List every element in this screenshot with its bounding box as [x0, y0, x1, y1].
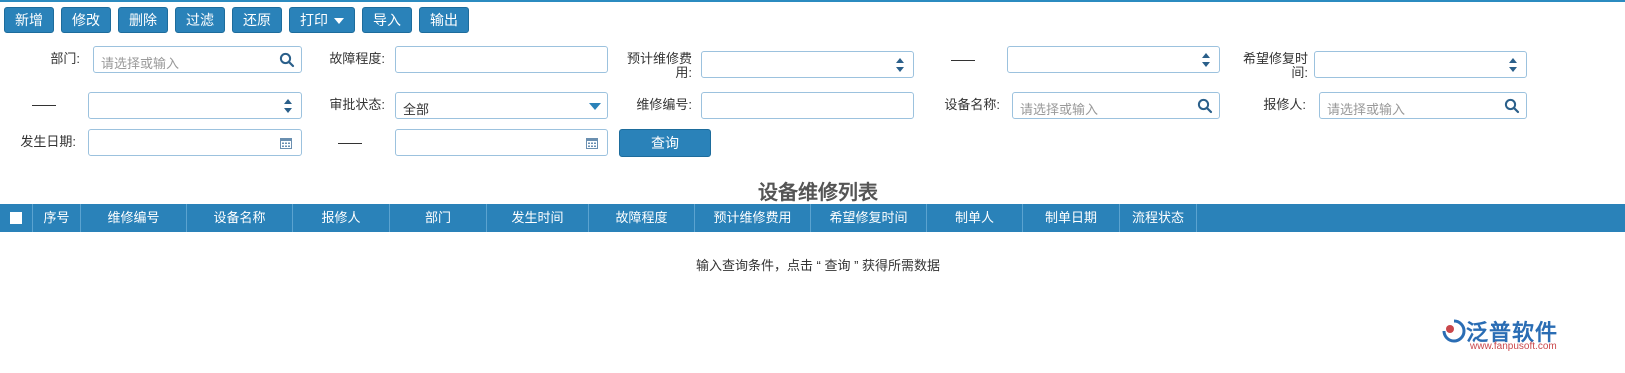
select-all-checkbox-cell[interactable]	[0, 204, 33, 232]
device-name-placeholder: 请选择或输入	[1020, 102, 1099, 117]
empty-hint: 输入查询条件，点击 “ 查询 ” 获得所需数据	[695, 258, 941, 273]
column-header[interactable]: 维修编号	[81, 204, 187, 232]
calendar-icon[interactable]	[586, 137, 598, 149]
est-cost-min-input[interactable]	[701, 51, 914, 78]
column-header[interactable]: 设备名称	[187, 204, 293, 232]
est-cost-label-line2: 用:	[675, 65, 692, 80]
spinner-icon[interactable]	[1508, 56, 1518, 74]
range-dash	[951, 60, 975, 61]
select-all-checkbox[interactable]	[10, 211, 22, 224]
date-start-input[interactable]	[88, 129, 302, 156]
query-button[interactable]: 查询	[619, 129, 711, 157]
severity-label: 故障程度:	[329, 51, 385, 66]
reporter-input[interactable]: 请选择或输入	[1319, 92, 1527, 119]
dept-label: 部门:	[50, 51, 80, 66]
device-name-input[interactable]: 请选择或输入	[1012, 92, 1220, 119]
column-header[interactable]: 序号	[33, 204, 81, 232]
export-button[interactable]: 输出	[419, 7, 469, 33]
add-button[interactable]: 新增	[4, 7, 54, 33]
list-title: 设备维修列表	[758, 182, 878, 204]
top-accent-line	[0, 0, 1625, 2]
approval-select[interactable]: 全部	[395, 92, 608, 119]
est-cost-label-line1: 预计维修费	[626, 51, 692, 66]
column-header[interactable]: 制单人	[927, 204, 1023, 232]
range-dash	[32, 105, 56, 106]
column-header[interactable]: 预计维修费用	[695, 204, 811, 232]
hope-time-label: 希望修复时 间:	[1226, 52, 1308, 80]
table-body	[0, 232, 1625, 373]
restore-button[interactable]: 还原	[232, 7, 282, 33]
hope-time-label-line2: 间:	[1291, 65, 1308, 80]
hope-time-label-line1: 希望修复时	[1242, 51, 1308, 66]
column-header[interactable]: 流程状态	[1120, 204, 1197, 232]
search-icon[interactable]	[1504, 98, 1520, 114]
approval-value: 全部	[403, 102, 430, 117]
brand-logo: 泛普软件 www.fanpusoft.com	[1442, 315, 1622, 355]
logo-mark-icon	[1442, 319, 1466, 343]
hope-time-min-input[interactable]	[1314, 51, 1527, 78]
est-cost-label: 预计维修费 用:	[616, 52, 692, 80]
toolbar: 新增 修改 删除 过滤 还原 打印 导入 输出	[4, 7, 476, 33]
column-header[interactable]: 发生时间	[487, 204, 589, 232]
caret-down-icon	[334, 18, 344, 25]
import-button[interactable]: 导入	[362, 7, 412, 33]
date-label: 发生日期:	[20, 134, 76, 149]
approval-label: 审批状态:	[329, 97, 385, 112]
table-header: 序号 维修编号 设备名称 报修人 部门 发生时间 故障程度 预计维修费用 希望修…	[0, 204, 1625, 232]
print-label: 打印	[300, 12, 328, 28]
dept-placeholder: 请选择或输入	[101, 56, 180, 71]
spinner-icon[interactable]	[1201, 51, 1211, 69]
delete-button[interactable]: 删除	[118, 7, 168, 33]
repair-no-input[interactable]	[701, 92, 914, 119]
logo-url: www.fanpusoft.com	[1470, 341, 1557, 352]
est-cost-max-input[interactable]	[1007, 46, 1220, 73]
edit-button[interactable]: 修改	[61, 7, 111, 33]
column-header[interactable]: 报修人	[293, 204, 390, 232]
filter-button[interactable]: 过滤	[175, 7, 225, 33]
search-icon[interactable]	[279, 52, 295, 68]
severity-input[interactable]	[395, 46, 608, 73]
hope-time-max-input[interactable]	[88, 92, 302, 119]
reporter-label: 报修人:	[1263, 97, 1306, 112]
device-name-label: 设备名称:	[944, 97, 1000, 112]
date-end-input[interactable]	[395, 129, 608, 156]
dept-input[interactable]: 请选择或输入	[93, 46, 302, 73]
dropdown-arrow-icon[interactable]	[589, 103, 601, 110]
spinner-icon[interactable]	[895, 56, 905, 74]
repair-no-label: 维修编号:	[636, 97, 692, 112]
column-header[interactable]: 制单日期	[1023, 204, 1120, 232]
spinner-icon[interactable]	[283, 97, 293, 115]
range-dash	[338, 143, 362, 144]
column-header[interactable]: 希望修复时间	[811, 204, 927, 232]
reporter-placeholder: 请选择或输入	[1327, 102, 1406, 117]
search-icon[interactable]	[1197, 98, 1213, 114]
column-header[interactable]: 部门	[390, 204, 487, 232]
print-button[interactable]: 打印	[289, 7, 355, 33]
calendar-icon[interactable]	[280, 137, 292, 149]
column-header[interactable]: 故障程度	[589, 204, 695, 232]
